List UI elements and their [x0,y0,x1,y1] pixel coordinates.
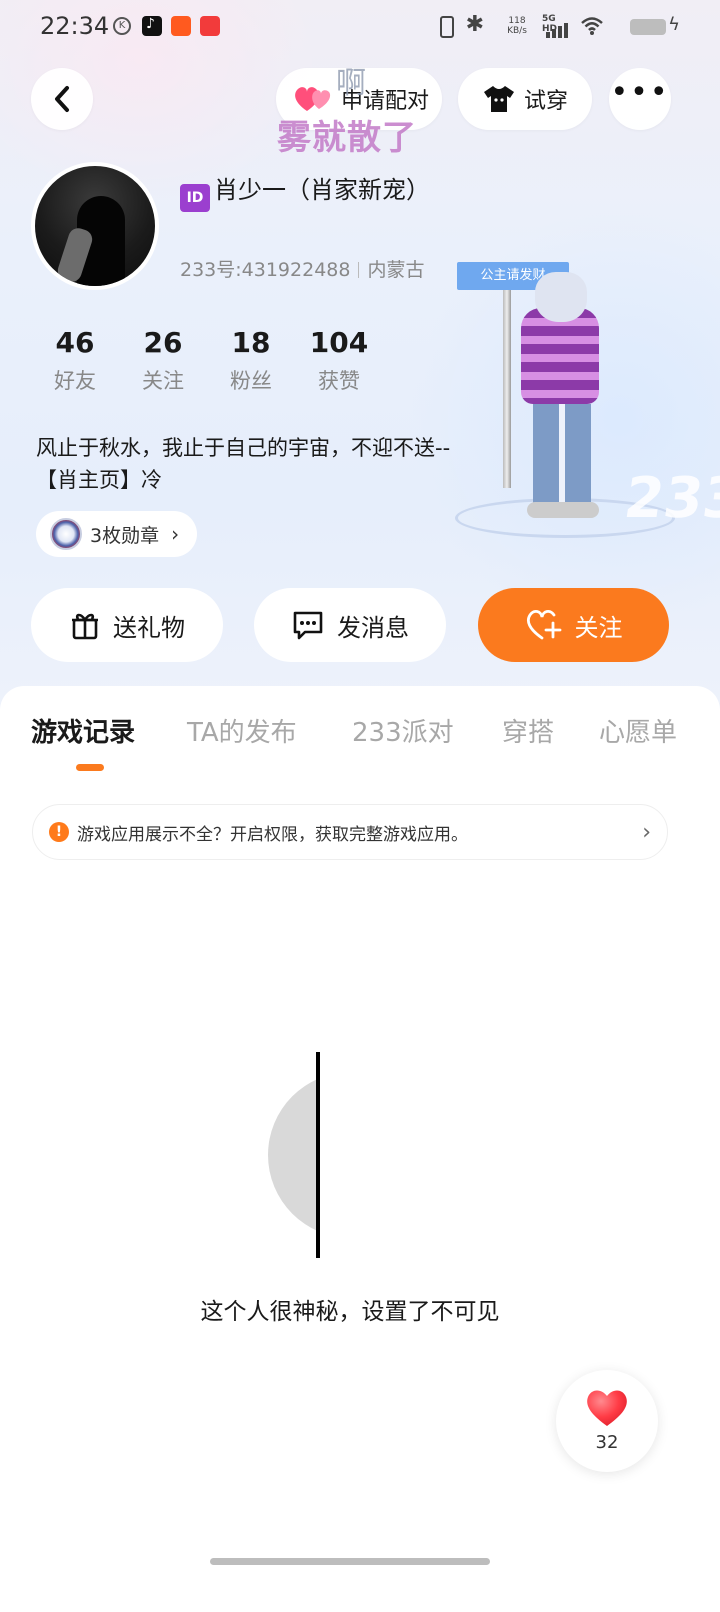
notice-text: 游戏应用展示不全？开启权限，获取完整游戏应用。 [77,824,468,845]
user-region: 内蒙古 [367,259,425,281]
charging-icon: ϟ [668,14,680,35]
like-float-button[interactable]: 32 [556,1370,658,1472]
uid-divider [358,262,360,278]
wifi-icon [581,17,603,35]
tab-outfits[interactable]: 穿搭 [502,712,554,749]
more-button[interactable]: ••• [609,68,671,130]
tab-wishlist[interactable]: 心愿单 [599,712,677,749]
gift-icon [72,613,98,640]
bluetooth-icon: ✱ [465,12,484,37]
stat-following[interactable]: 26 关注 [119,325,207,399]
status-icons: ✱ 118 KB/s 5G HD ϟ [420,12,680,40]
status-bar: 22:34 K ✱ 118 KB/s 5G HD ϟ [0,0,720,56]
platform-watermark: 233 [620,466,720,531]
stat-friends[interactable]: 46 好友 [31,325,119,399]
k-app-icon: K [113,17,131,35]
chevron-right-icon: › [171,522,180,546]
avatar-character[interactable]: 公主请发财 233 [455,248,720,558]
overlay-text-ah: 啊 [336,66,366,101]
nickname-text: 肖少一（肖家新宠） [214,176,430,204]
tab-bar: 游戏记录 TA的发布 233派对 穿搭 心愿单 [31,712,720,752]
active-tab-indicator [76,764,104,771]
send-message-button[interactable]: 发消息 [254,588,446,662]
medals-label: 3枚勋章 [90,524,160,547]
network-speed: 118 KB/s [507,16,527,36]
permission-notice[interactable]: ! 游戏应用展示不全？开启权限，获取完整游戏应用。 › [32,804,668,860]
battery-icon [630,19,666,35]
vibrate-icon [440,16,454,38]
chevron-right-icon: › [642,819,651,845]
tiktok-app-icon [142,16,162,36]
send-message-label: 发消息 [337,613,409,642]
signal-icon: 5G HD [542,14,572,38]
home-indicator[interactable] [210,1558,490,1565]
medals-button[interactable]: 3枚勋章 › [36,511,198,557]
like-count: 32 [595,1432,619,1453]
empty-state-text: 这个人很神秘，设置了不可见 [200,1299,500,1325]
send-gift-label: 送礼物 [113,613,185,642]
medal-icon [50,518,82,550]
user-id: 233号:431922488 [180,259,351,281]
avatar[interactable] [31,162,159,290]
taobao-app-icon [171,16,191,36]
status-time: 22:34 [40,12,110,40]
send-gift-button[interactable]: 送礼物 [31,588,223,662]
heart-icon [587,1390,627,1426]
stat-likes[interactable]: 104 获赞 [295,325,383,399]
stat-fans[interactable]: 18 粉丝 [207,325,295,399]
id-badge-icon: ID [180,184,210,212]
nickname: ID 肖少一（肖家新宠） [180,172,440,212]
back-button[interactable] [31,68,93,130]
try-on-button[interactable]: 试穿 [458,68,592,130]
chevron-left-icon [55,86,69,112]
overlay-text-fog: 雾就散了 [277,118,417,158]
heart-plus-icon [526,610,561,640]
uid-line: 233号:431922488 内蒙古 [180,255,424,282]
tab-ta-posts[interactable]: TA的发布 [187,712,297,749]
follow-button[interactable]: 关注 [478,588,669,662]
tab-game-records[interactable]: 游戏记录 [31,712,135,749]
try-on-label: 试穿 [523,89,568,114]
follow-label: 关注 [574,613,623,642]
tab-233-party[interactable]: 233派对 [352,712,454,749]
warning-icon: ! [49,822,69,842]
more-icon: ••• [610,75,670,110]
game-app-icon [200,16,220,36]
hidden-content-illustration [268,1052,328,1258]
tshirt-icon [483,86,514,112]
message-icon [293,611,323,640]
bio: 风止于秋水，我止于自己的宇宙，不迎不送--【肖主页】冷 [36,436,451,492]
stats-row: 46 好友 26 关注 18 粉丝 104 获赞 [31,325,383,399]
